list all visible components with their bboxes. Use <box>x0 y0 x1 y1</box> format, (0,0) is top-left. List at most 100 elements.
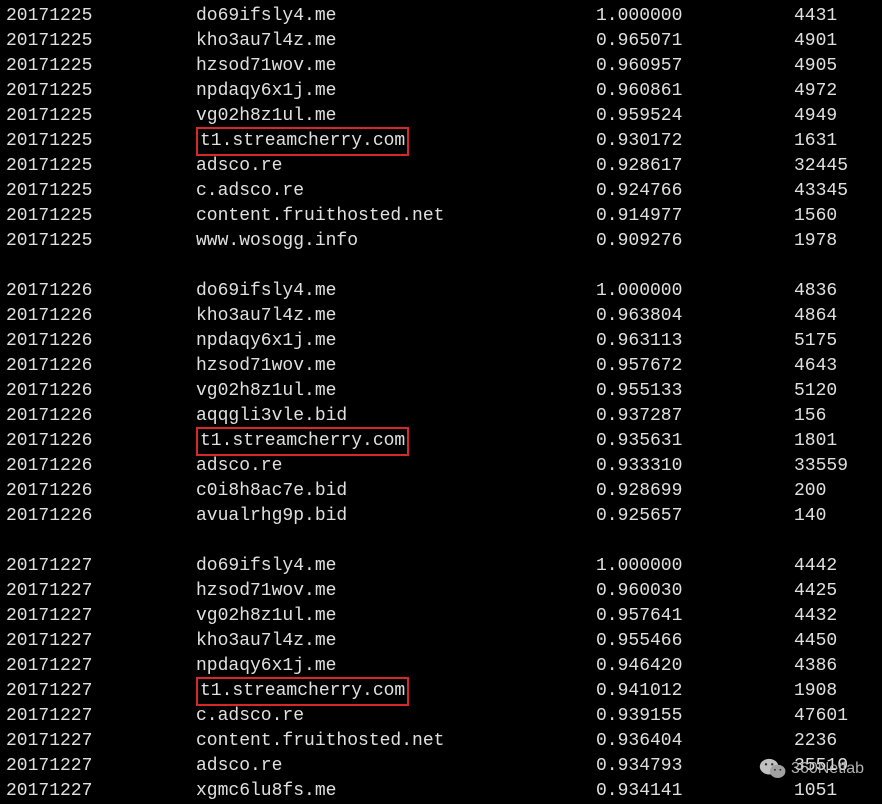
table-row: 20171226adsco.re0.93331033559 <box>6 454 876 479</box>
date-cell: 20171227 <box>6 654 196 679</box>
table-row: 20171225vg02h8z1ul.me0.9595244949 <box>6 104 876 129</box>
table-row: 20171225c.adsco.re0.92476643345 <box>6 179 876 204</box>
count-cell: 5175 <box>794 329 837 354</box>
score-cell: 0.960957 <box>596 54 794 79</box>
score-cell: 1.000000 <box>596 279 794 304</box>
table-row: 20171225adsco.re0.92861732445 <box>6 154 876 179</box>
count-cell: 4972 <box>794 79 837 104</box>
score-cell: 0.928617 <box>596 154 794 179</box>
score-cell: 0.935631 <box>596 429 794 454</box>
count-cell: 1908 <box>794 679 837 704</box>
score-cell: 0.957641 <box>596 604 794 629</box>
score-cell: 0.925657 <box>596 504 794 529</box>
score-cell: 0.924766 <box>596 179 794 204</box>
date-cell: 20171226 <box>6 354 196 379</box>
date-cell: 20171225 <box>6 79 196 104</box>
date-cell: 20171226 <box>6 429 196 454</box>
table-row: 20171225kho3au7l4z.me0.9650714901 <box>6 29 876 54</box>
table-row: 20171225t1.streamcherry.com0.9301721631 <box>6 129 876 154</box>
table-row: 20171227t1.streamcherry.com 0.9410121908 <box>6 679 876 704</box>
date-cell: 20171225 <box>6 4 196 29</box>
score-cell: 0.939155 <box>596 704 794 729</box>
date-cell: 20171225 <box>6 204 196 229</box>
score-cell: 0.937287 <box>596 404 794 429</box>
domain-cell: content.fruithosted.net <box>196 204 596 229</box>
count-cell: 1978 <box>794 229 837 254</box>
score-cell: 0.960030 <box>596 579 794 604</box>
table-row: 20171226kho3au7l4z.me0.9638044864 <box>6 304 876 329</box>
date-cell: 20171226 <box>6 479 196 504</box>
score-cell: 0.933310 <box>596 454 794 479</box>
score-cell: 0.955466 <box>596 629 794 654</box>
domain-cell: kho3au7l4z.me <box>196 629 596 654</box>
domain-cell: kho3au7l4z.me <box>196 304 596 329</box>
count-cell: 4386 <box>794 654 837 679</box>
score-cell: 1.000000 <box>596 554 794 579</box>
domain-cell: do69ifsly4.me <box>196 554 596 579</box>
date-cell: 20171226 <box>6 279 196 304</box>
count-cell: 4901 <box>794 29 837 54</box>
table-row: 20171226vg02h8z1ul.me0.9551335120 <box>6 379 876 404</box>
domain-cell: c0i8h8ac7e.bid <box>196 479 596 504</box>
count-cell: 5120 <box>794 379 837 404</box>
table-row: 20171227vg02h8z1ul.me0.9576414432 <box>6 604 876 629</box>
domain-cell: hzsod71wov.me <box>196 54 596 79</box>
date-cell: 20171226 <box>6 304 196 329</box>
score-cell: 0.959524 <box>596 104 794 129</box>
date-cell: 20171225 <box>6 229 196 254</box>
table-row: 20171226npdaqy6x1j.me0.9631135175 <box>6 329 876 354</box>
score-cell: 0.928699 <box>596 479 794 504</box>
date-cell: 20171225 <box>6 29 196 54</box>
table-row: 20171227do69ifsly4.me1.0000004442 <box>6 554 876 579</box>
date-cell: 20171227 <box>6 604 196 629</box>
date-cell: 20171226 <box>6 329 196 354</box>
count-cell: 4432 <box>794 604 837 629</box>
domain-cell: kho3au7l4z.me <box>196 29 596 54</box>
count-cell: 1631 <box>794 129 837 154</box>
date-cell: 20171225 <box>6 179 196 204</box>
score-cell: 0.946420 <box>596 654 794 679</box>
count-cell: 156 <box>794 404 826 429</box>
date-cell: 20171227 <box>6 704 196 729</box>
count-cell: 43345 <box>794 179 848 204</box>
score-cell: 0.909276 <box>596 229 794 254</box>
table-row: 20171225hzsod71wov.me0.9609574905 <box>6 54 876 79</box>
domain-cell: adsco.re <box>196 454 596 479</box>
table-row: 20171227c.adsco.re0.93915547601 <box>6 704 876 729</box>
count-cell: 1560 <box>794 204 837 229</box>
domain-cell: do69ifsly4.me <box>196 279 596 304</box>
count-cell: 4450 <box>794 629 837 654</box>
date-cell: 20171227 <box>6 554 196 579</box>
score-cell: 0.930172 <box>596 129 794 154</box>
count-cell: 4643 <box>794 354 837 379</box>
score-cell: 0.965071 <box>596 29 794 54</box>
count-cell: 200 <box>794 479 826 504</box>
count-cell: 140 <box>794 504 826 529</box>
terminal-output: 20171225do69ifsly4.me1.00000044312017122… <box>6 4 876 804</box>
table-row: 20171227kho3au7l4z.me0.9554664450 <box>6 629 876 654</box>
count-cell: 4836 <box>794 279 837 304</box>
score-cell: 0.914977 <box>596 204 794 229</box>
date-cell: 20171227 <box>6 679 196 704</box>
date-cell: 20171226 <box>6 379 196 404</box>
date-cell: 20171225 <box>6 129 196 154</box>
domain-cell: adsco.re <box>196 154 596 179</box>
domain-cell: xgmc6lu8fs.me <box>196 779 596 804</box>
domain-cell: t1.streamcherry.com <box>196 127 596 156</box>
score-cell: 0.963804 <box>596 304 794 329</box>
group-spacer <box>6 529 876 554</box>
domain-cell: c.adsco.re <box>196 179 596 204</box>
table-row: 20171226aqqgli3vle.bid0.937287156 <box>6 404 876 429</box>
score-cell: 0.941012 <box>596 679 794 704</box>
count-cell: 4425 <box>794 579 837 604</box>
score-cell: 1.000000 <box>596 4 794 29</box>
date-cell: 20171227 <box>6 579 196 604</box>
domain-cell: npdaqy6x1j.me <box>196 654 596 679</box>
domain-cell: t1.streamcherry.com <box>196 427 596 456</box>
count-cell: 4949 <box>794 104 837 129</box>
count-cell: 4431 <box>794 4 837 29</box>
highlight-box: t1.streamcherry.com <box>196 677 409 706</box>
domain-cell: aqqgli3vle.bid <box>196 404 596 429</box>
count-cell: 4864 <box>794 304 837 329</box>
table-row: 20171226do69ifsly4.me1.0000004836 <box>6 279 876 304</box>
